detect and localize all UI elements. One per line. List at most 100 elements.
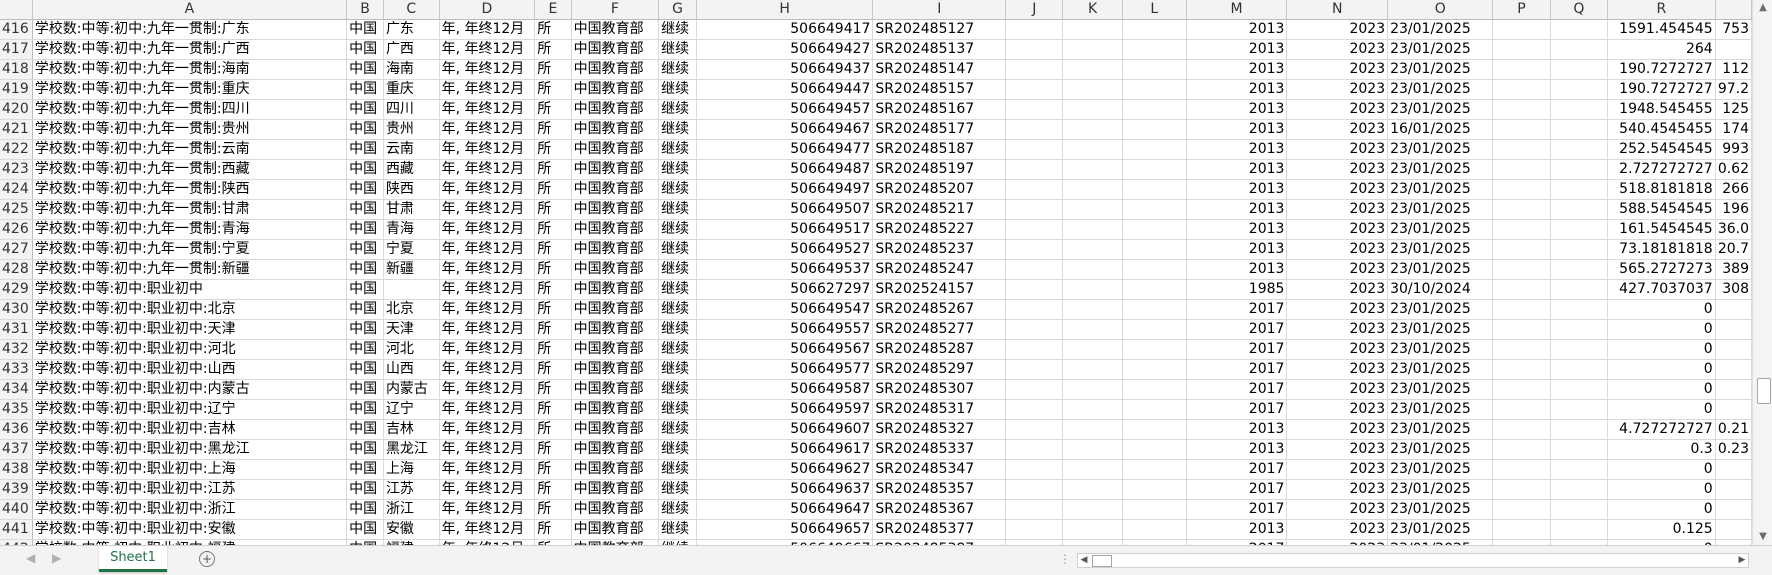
- cell[interactable]: 506649567: [696, 339, 874, 360]
- row-header[interactable]: 434: [0, 379, 33, 400]
- cell[interactable]: 2023: [1286, 419, 1389, 440]
- cell[interactable]: [1492, 19, 1551, 40]
- cell[interactable]: 山西: [383, 359, 440, 380]
- cell[interactable]: [1062, 259, 1123, 280]
- row-header[interactable]: 438: [0, 459, 33, 480]
- cell[interactable]: 中国教育部: [571, 419, 660, 440]
- cell[interactable]: [1492, 119, 1551, 140]
- cell[interactable]: 所: [534, 239, 572, 260]
- cell[interactable]: SR202485207: [872, 179, 1007, 200]
- cell[interactable]: [1122, 99, 1187, 120]
- cell[interactable]: [1005, 459, 1064, 480]
- cell[interactable]: [1062, 139, 1123, 160]
- cell[interactable]: [1062, 479, 1123, 500]
- cell[interactable]: 196: [1715, 199, 1752, 220]
- cell[interactable]: 2023: [1286, 499, 1389, 520]
- cell[interactable]: [1122, 239, 1187, 260]
- cell[interactable]: [1005, 79, 1064, 100]
- cell[interactable]: 年, 年终12月: [439, 199, 536, 220]
- cell[interactable]: 2013: [1186, 79, 1288, 100]
- cell[interactable]: 继续: [658, 199, 697, 220]
- cell[interactable]: 年, 年终12月: [439, 119, 536, 140]
- cell[interactable]: 学校数:中等:初中:职业初中:天津: [32, 319, 348, 340]
- cell[interactable]: [1005, 179, 1064, 200]
- cell[interactable]: [1005, 159, 1064, 180]
- cell[interactable]: 993: [1715, 139, 1752, 160]
- cell[interactable]: 贵州: [383, 119, 440, 140]
- cell[interactable]: [1550, 259, 1609, 280]
- cell[interactable]: 中国教育部: [571, 159, 660, 180]
- cell[interactable]: [1062, 179, 1123, 200]
- cell[interactable]: 190.7272727: [1607, 59, 1716, 80]
- cell[interactable]: 中国教育部: [571, 59, 660, 80]
- cell[interactable]: 所: [534, 399, 572, 420]
- row-header[interactable]: 435: [0, 399, 33, 420]
- cell[interactable]: 中国教育部: [571, 459, 660, 480]
- column-header[interactable]: L: [1122, 0, 1187, 20]
- cell[interactable]: 学校数:中等:初中:职业初中:山西: [32, 359, 348, 380]
- cell[interactable]: 年, 年终12月: [439, 419, 536, 440]
- cell[interactable]: 2023: [1286, 239, 1389, 260]
- cell[interactable]: 中国教育部: [571, 199, 660, 220]
- cell[interactable]: [1005, 279, 1064, 300]
- cell[interactable]: [1492, 399, 1551, 420]
- row-header[interactable]: 437: [0, 439, 33, 460]
- cell[interactable]: [1492, 339, 1551, 360]
- cell[interactable]: 学校数:中等:初中:九年一贯制:新疆: [32, 259, 348, 280]
- cell[interactable]: 中国: [346, 279, 384, 300]
- cell[interactable]: 所: [534, 439, 572, 460]
- cell[interactable]: 125: [1715, 99, 1752, 120]
- cell[interactable]: 23/01/2025: [1387, 359, 1494, 380]
- cell[interactable]: 1948.545455: [1607, 99, 1716, 120]
- cell[interactable]: [1492, 439, 1551, 460]
- cell[interactable]: 中国教育部: [571, 119, 660, 140]
- cell[interactable]: 所: [534, 359, 572, 380]
- cell[interactable]: [1550, 159, 1609, 180]
- cell[interactable]: 23/01/2025: [1387, 179, 1494, 200]
- cell[interactable]: 年, 年终12月: [439, 279, 536, 300]
- horizontal-scrollbar[interactable]: ◀ ▶: [1077, 553, 1749, 568]
- cell[interactable]: SR202485157: [872, 79, 1007, 100]
- cell[interactable]: 继续: [658, 239, 697, 260]
- cell[interactable]: 所: [534, 459, 572, 480]
- cell[interactable]: 2023: [1286, 279, 1389, 300]
- cell[interactable]: 2013: [1186, 419, 1288, 440]
- cell[interactable]: 学校数:中等:初中:职业初中:浙江: [32, 499, 348, 520]
- cell[interactable]: 506649557: [696, 319, 874, 340]
- cell[interactable]: [1550, 119, 1609, 140]
- cell[interactable]: 云南: [383, 139, 440, 160]
- cell[interactable]: 所: [534, 19, 572, 40]
- cell[interactable]: [1492, 59, 1551, 80]
- cell[interactable]: 2023: [1286, 119, 1389, 140]
- cell[interactable]: [1550, 239, 1609, 260]
- cell[interactable]: [1122, 419, 1187, 440]
- cell[interactable]: [1492, 199, 1551, 220]
- cell[interactable]: 2023: [1286, 39, 1389, 60]
- cell[interactable]: [1005, 519, 1064, 540]
- column-header[interactable]: N: [1286, 0, 1389, 20]
- cell[interactable]: 506649477: [696, 139, 874, 160]
- column-header[interactable]: C: [383, 0, 440, 20]
- column-header[interactable]: R: [1607, 0, 1716, 20]
- cell[interactable]: [1550, 359, 1609, 380]
- cell[interactable]: 506649587: [696, 379, 874, 400]
- cell[interactable]: [1492, 79, 1551, 100]
- cell[interactable]: [1062, 199, 1123, 220]
- row-header[interactable]: 436: [0, 419, 33, 440]
- cell[interactable]: 2023: [1286, 219, 1389, 240]
- cell[interactable]: 2013: [1186, 439, 1288, 460]
- cell[interactable]: [1062, 419, 1123, 440]
- cell[interactable]: 190.7272727: [1607, 79, 1716, 100]
- cell[interactable]: SR202485357: [872, 479, 1007, 500]
- cell[interactable]: 0.21: [1715, 419, 1752, 440]
- cell[interactable]: 年, 年终12月: [439, 299, 536, 320]
- cell[interactable]: 年, 年终12月: [439, 39, 536, 60]
- cell[interactable]: [1550, 99, 1609, 120]
- splitter-handle-icon[interactable]: ⋮: [1059, 552, 1071, 566]
- cell[interactable]: 继续: [658, 99, 697, 120]
- cell[interactable]: [1715, 519, 1752, 540]
- cell[interactable]: 西藏: [383, 159, 440, 180]
- cell[interactable]: 506649467: [696, 119, 874, 140]
- cell[interactable]: 年, 年终12月: [439, 439, 536, 460]
- cell[interactable]: 2023: [1286, 319, 1389, 340]
